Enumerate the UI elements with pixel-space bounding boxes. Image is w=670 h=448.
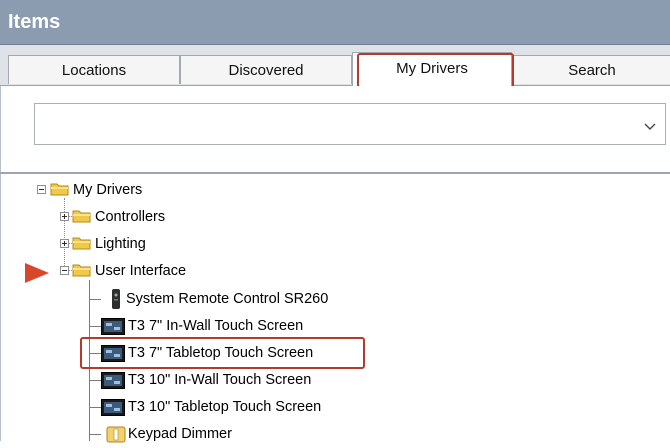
folder-icon [72, 235, 92, 256]
touchscreen-icon [101, 399, 125, 421]
tree-connector [89, 434, 101, 435]
tree-node-user-interface[interactable]: User Interface [95, 262, 186, 280]
tree-node-my-drivers[interactable]: My Drivers [73, 181, 142, 199]
tree-node-controllers[interactable]: Controllers [95, 208, 165, 226]
expand-toggle[interactable] [60, 212, 69, 221]
tree-connector [89, 326, 101, 327]
tab-bar: Locations Discovered My Drivers Search [0, 45, 670, 86]
tab-search[interactable]: Search [512, 55, 670, 84]
tree-connector [89, 380, 101, 381]
tree-node-t3-10-in-wall[interactable]: T3 10" In-Wall Touch Screen [128, 371, 311, 389]
chevron-down-icon[interactable] [644, 118, 656, 136]
folder-icon [72, 262, 92, 283]
tree-node-t3-7-in-wall[interactable]: T3 7" In-Wall Touch Screen [128, 317, 303, 335]
pointer-arrow-icon [25, 263, 49, 288]
filter-area [0, 86, 670, 172]
tab-highlight-box [357, 53, 514, 88]
remote-icon [111, 289, 121, 314]
touchscreen-icon [101, 372, 125, 394]
driver-filter-dropdown[interactable] [34, 103, 666, 145]
folder-icon [50, 181, 70, 202]
tree-connector [89, 407, 101, 408]
items-panel: Items Locations Discovered My Drivers Se… [0, 0, 670, 443]
tree-node-keypad-dimmer[interactable]: Keypad Dimmer [128, 425, 232, 443]
expand-toggle[interactable] [60, 239, 69, 248]
panel-title-bar: Items [0, 0, 670, 45]
driver-tree: My Drivers Controllers Lighting User Int… [0, 174, 670, 443]
collapse-toggle[interactable] [37, 185, 46, 194]
panel-title: Items [8, 11, 61, 33]
tab-locations[interactable]: Locations [8, 55, 180, 84]
tree-node-t3-10-tabletop[interactable]: T3 10" Tabletop Touch Screen [128, 398, 321, 416]
tree-connector [89, 299, 101, 300]
tree-connector [64, 198, 65, 270]
folder-icon [72, 208, 92, 229]
collapse-toggle[interactable] [60, 266, 69, 275]
tab-discovered[interactable]: Discovered [180, 55, 352, 84]
keypad-dimmer-icon [106, 426, 126, 448]
tree-node-system-remote[interactable]: System Remote Control SR260 [126, 290, 328, 308]
selected-item-highlight-box [80, 337, 365, 369]
tree-node-lighting[interactable]: Lighting [95, 235, 146, 253]
